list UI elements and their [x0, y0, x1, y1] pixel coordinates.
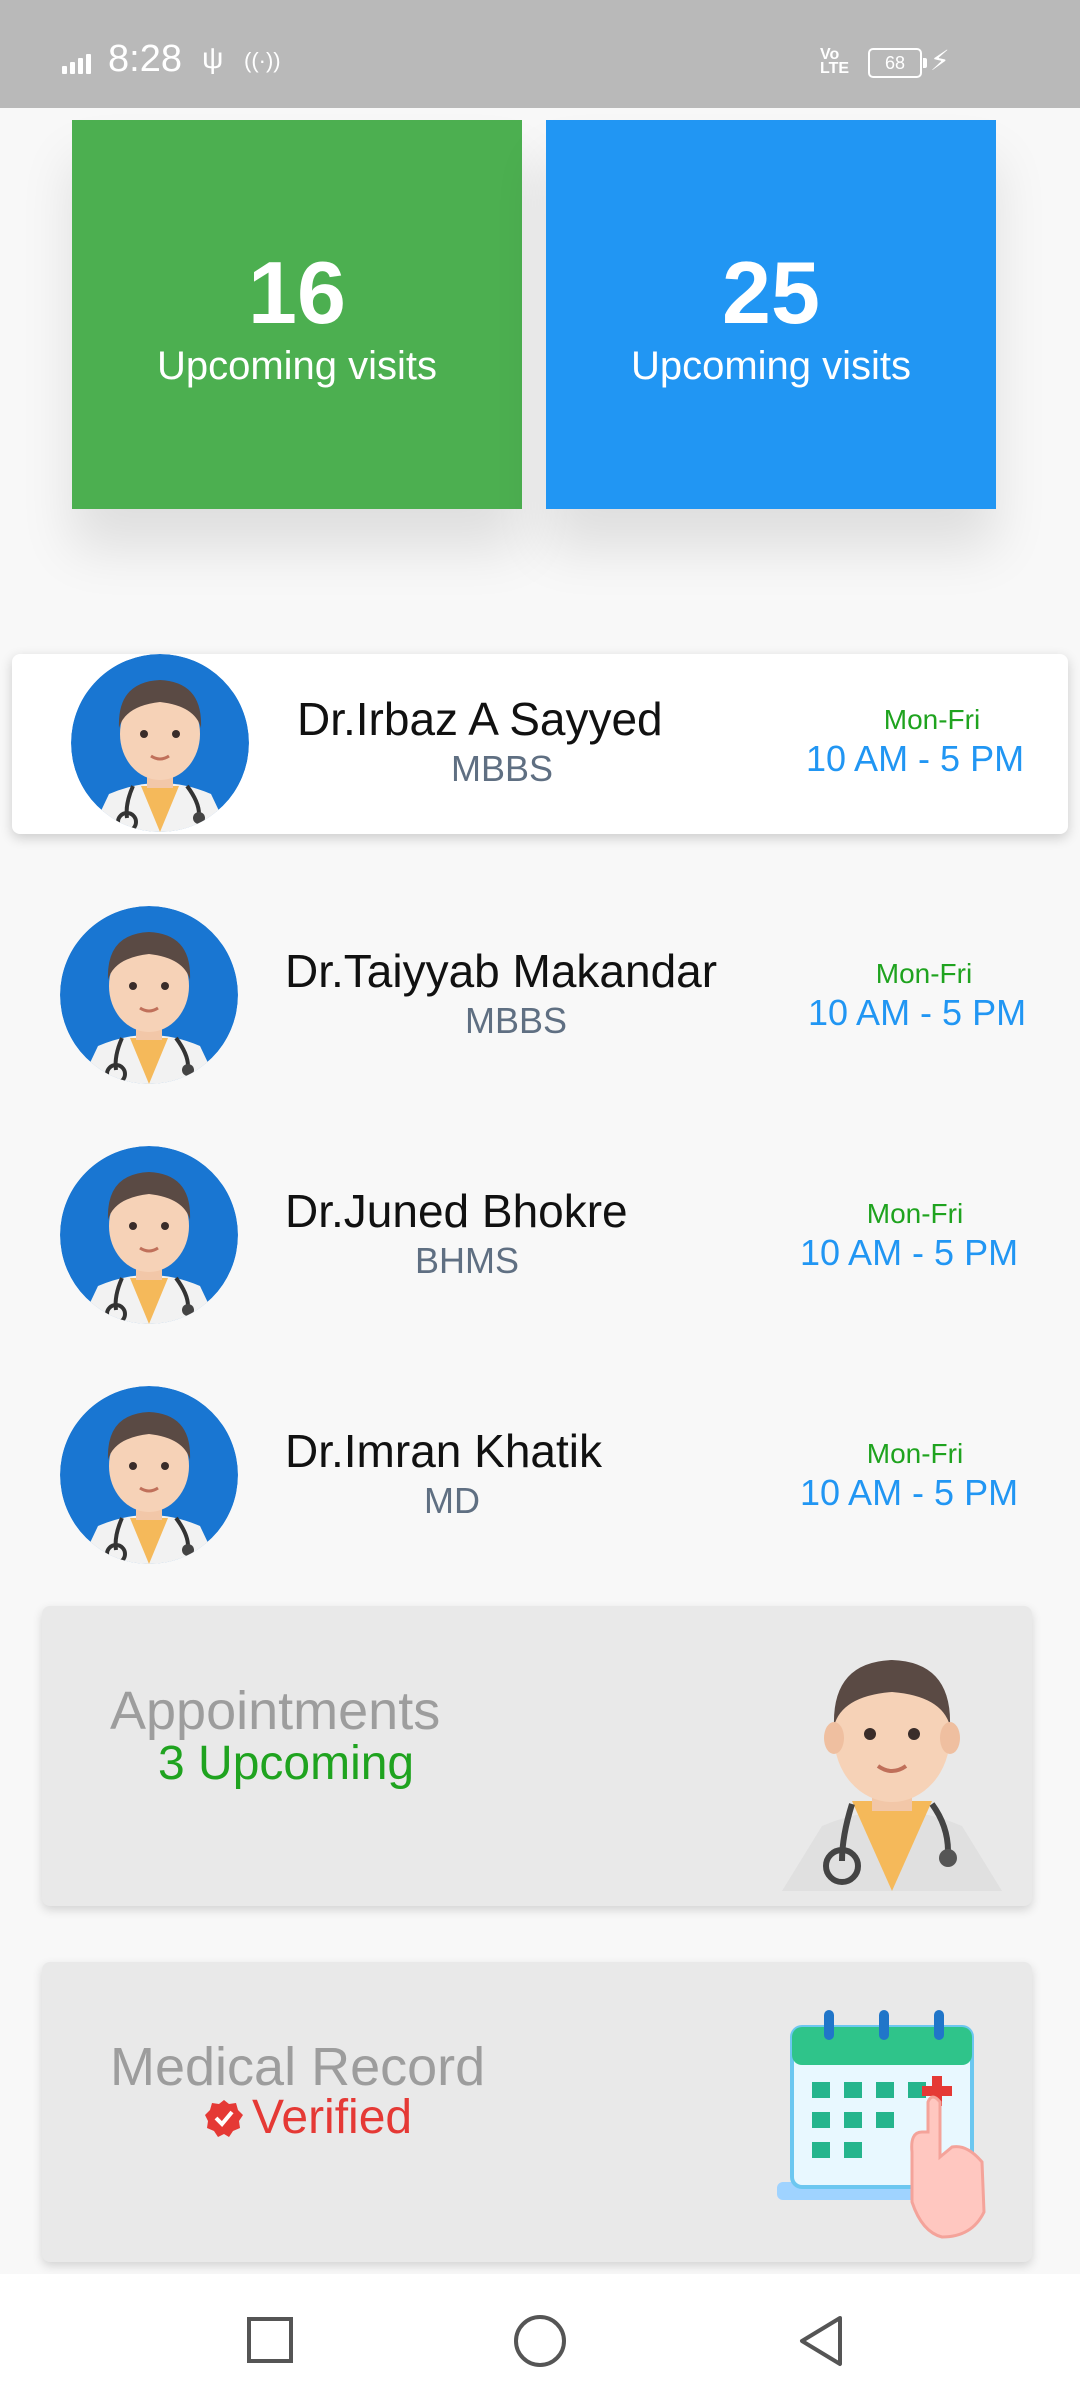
upcoming-visits-count: 25 — [722, 243, 820, 342]
appointments-card[interactable]: Appointments 3 Upcoming — [42, 1606, 1032, 1906]
doctor-avatar-icon — [71, 654, 249, 832]
doctor-hours: 10 AM - 5 PM — [806, 738, 1025, 779]
doctor-avatar-icon — [60, 1146, 238, 1324]
system-nav-bar — [0, 2274, 1080, 2400]
doctor-name: Dr.Taiyyab Makandar — [285, 945, 718, 997]
doctor-row[interactable]: Dr.Taiyyab Makandar MBBS Mon-Fri 10 AM -… — [0, 906, 1080, 1086]
upcoming-visits-card-green[interactable]: 16 Upcoming visits — [72, 120, 522, 509]
calendar-icon — [772, 1982, 1012, 2252]
doctor-hours: 10 AM - 5 PM — [808, 992, 1027, 1033]
doctor-degree: MD — [424, 1480, 480, 1521]
doctor-days: Mon-Fri — [875, 958, 973, 989]
verified-status: Verified — [252, 2091, 413, 2144]
back-icon[interactable] — [796, 2314, 846, 2373]
volte-icon: Vo LTE — [820, 46, 850, 77]
doctor-degree: BHMS — [414, 1240, 519, 1281]
doctor-days: Mon-Fri — [866, 1438, 964, 1469]
medical-record-card[interactable]: Medical Record Verified — [42, 1962, 1032, 2262]
upcoming-visits-count: 16 — [248, 243, 346, 342]
hotspot-icon: ((·)) — [244, 48, 281, 73]
doctor-avatar-icon — [60, 906, 238, 1084]
recents-icon[interactable] — [246, 2316, 294, 2369]
upcoming-visits-card-blue[interactable]: 25 Upcoming visits — [546, 120, 996, 509]
appointments-title: Appointments — [110, 1681, 441, 1741]
signal-icon — [62, 50, 98, 74]
status-bar: 8:28 ψ ((·)) Vo LTE 68 ⚡ — [0, 0, 1080, 108]
doctor-hours: 10 AM - 5 PM — [800, 1232, 1019, 1273]
charging-icon: ⚡ — [930, 45, 950, 76]
upcoming-visits-label: Upcoming visits — [156, 344, 438, 388]
usb-icon: ψ — [202, 42, 224, 75]
doctor-days: Mon-Fri — [866, 1198, 964, 1229]
doctor-name: Dr.Juned Bhokre — [285, 1185, 628, 1237]
doctor-name: Dr.Irbaz A Sayyed — [297, 693, 663, 745]
doctor-name: Dr.Imran Khatik — [285, 1425, 602, 1477]
status-time: 8:28 — [108, 38, 182, 80]
doctor-avatar-icon — [60, 1386, 238, 1564]
appointments-count: 3 Upcoming — [158, 1737, 415, 1790]
doctor-row[interactable]: Dr.Imran Khatik MD Mon-Fri 10 AM - 5 PM — [0, 1386, 1080, 1566]
home-icon[interactable] — [513, 2314, 567, 2373]
medical-record-title: Medical Record — [110, 2037, 486, 2097]
doctor-degree: MBBS — [450, 748, 554, 789]
doctor-illustration-icon — [772, 1626, 1012, 1896]
doctor-hours: 10 AM - 5 PM — [800, 1472, 1019, 1513]
verified-icon — [204, 2098, 244, 2138]
doctor-degree: MBBS — [464, 1000, 568, 1041]
battery-icon: 68 — [868, 48, 927, 78]
doctor-row[interactable]: Dr.Irbaz A Sayyed MBBS Mon-Fri 10 AM - 5… — [12, 654, 1068, 834]
doctor-days: Mon-Fri — [883, 704, 981, 735]
upcoming-visits-label: Upcoming visits — [630, 344, 912, 388]
doctor-row[interactable]: Dr.Juned Bhokre BHMS Mon-Fri 10 AM - 5 P… — [0, 1146, 1080, 1326]
